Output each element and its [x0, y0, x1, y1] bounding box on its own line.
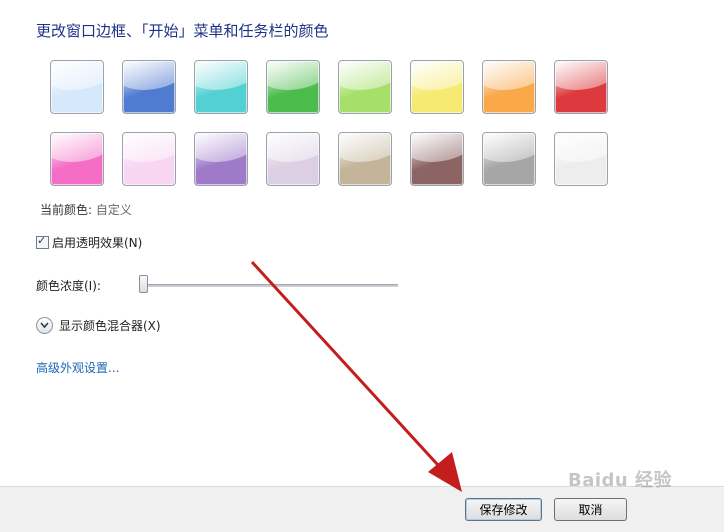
color-swatch-violet[interactable] — [194, 132, 248, 186]
color-swatch-fuchsia[interactable] — [50, 132, 104, 186]
intensity-label: 颜色浓度(I): — [36, 279, 101, 293]
color-swatch-blush[interactable] — [122, 132, 176, 186]
color-swatch-pumpkin[interactable] — [482, 60, 536, 114]
color-mixer-toggle[interactable]: 显示颜色混合器(X) — [36, 317, 161, 334]
advanced-appearance-link[interactable]: 高级外观设置... — [36, 359, 119, 376]
color-swatch-lime[interactable] — [338, 60, 392, 114]
current-color-value: 自定义 — [95, 203, 132, 217]
color-swatch-lavender[interactable] — [266, 132, 320, 186]
color-swatch-twilight[interactable] — [122, 60, 176, 114]
color-swatch-taupe[interactable] — [338, 132, 392, 186]
current-color-caption: 当前颜色: — [40, 203, 93, 217]
color-swatch-leaf[interactable] — [266, 60, 320, 114]
intensity-slider-track[interactable] — [140, 284, 398, 287]
current-color-label: 当前颜色: 自定义 — [40, 201, 132, 218]
color-swatch-sea[interactable] — [194, 60, 248, 114]
color-swatch-lemon[interactable] — [410, 60, 464, 114]
color-swatch-sky[interactable] — [50, 60, 104, 114]
color-swatch-slate[interactable] — [482, 132, 536, 186]
baidu-watermark: Baidu 经验 — [568, 470, 673, 491]
transparency-label: 启用透明效果(N) — [52, 236, 143, 250]
page-title: 更改窗口边框、「开始」菜单和任务栏的颜色 — [36, 22, 329, 40]
chevron-down-icon[interactable] — [36, 317, 53, 334]
transparency-checkbox[interactable] — [36, 234, 49, 249]
intensity-slider-thumb[interactable] — [139, 275, 148, 293]
transparency-option[interactable]: 启用透明效果(N) — [36, 234, 142, 251]
cancel-button[interactable]: 取消 — [554, 498, 627, 521]
color-swatch-frost[interactable] — [554, 132, 608, 186]
color-swatch-chocolate[interactable] — [410, 132, 464, 186]
color-swatch-ruby[interactable] — [554, 60, 608, 114]
color-mixer-label: 显示颜色混合器(X) — [59, 319, 161, 333]
save-changes-button[interactable]: 保存修改 — [465, 498, 542, 521]
